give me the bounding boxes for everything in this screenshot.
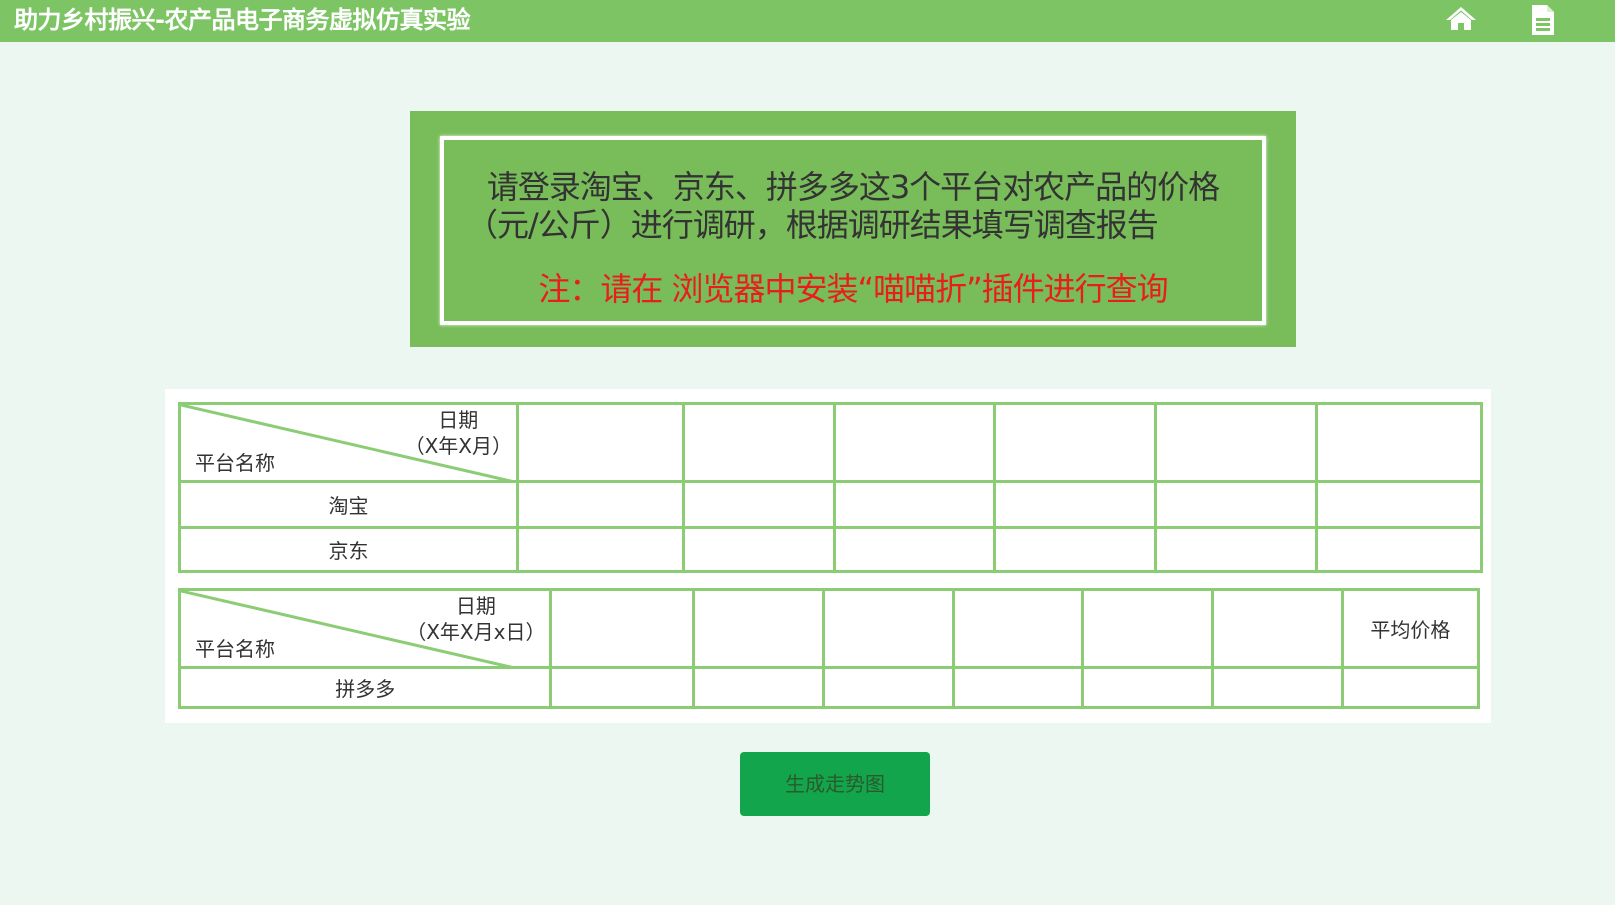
date-header: 日期 （X年X月x日） xyxy=(406,593,545,645)
generate-trend-chart-button[interactable]: 生成走势图 xyxy=(740,752,930,816)
date-cell[interactable] xyxy=(549,588,696,669)
price-cell[interactable] xyxy=(692,666,825,709)
price-cell[interactable] xyxy=(1154,480,1318,529)
table-row: 拼多多 xyxy=(177,666,1481,709)
price-cell[interactable] xyxy=(1315,526,1483,573)
platform-header: 平台名称 xyxy=(195,451,275,475)
daily-price-table: 日期 （X年X月x日） 平台名称 平均价格 拼多多 xyxy=(177,588,1481,709)
date-cell[interactable] xyxy=(682,402,836,483)
table-row: 京东 xyxy=(178,526,1483,573)
date-cell[interactable] xyxy=(1154,402,1318,483)
price-cell[interactable] xyxy=(821,666,955,709)
date-cell[interactable] xyxy=(1315,402,1483,483)
average-price-cell[interactable] xyxy=(1340,666,1481,709)
price-cell[interactable] xyxy=(833,526,996,573)
platform-header: 平台名称 xyxy=(195,637,275,661)
platform-label-taobao: 淘宝 xyxy=(178,480,519,529)
average-price-header: 平均价格 xyxy=(1340,588,1481,669)
price-cell[interactable] xyxy=(516,526,685,573)
price-cell[interactable] xyxy=(993,480,1157,529)
price-cell[interactable] xyxy=(1154,526,1318,573)
date-cell[interactable] xyxy=(692,588,825,669)
price-cell[interactable] xyxy=(1081,666,1214,709)
platform-label-pinduoduo: 拼多多 xyxy=(177,666,553,709)
date-header-format: （X年X月x日） xyxy=(406,620,546,644)
home-icon[interactable] xyxy=(1444,4,1478,34)
app-title: 助力乡村振兴-农产品电子商务虚拟仿真实验 xyxy=(14,6,470,34)
date-cell[interactable] xyxy=(516,402,685,483)
date-cell[interactable] xyxy=(1081,588,1214,669)
instruction-line-2: （元/公斤）进行调研，根据调研结果填写调查报告 xyxy=(466,206,1159,244)
price-cell[interactable] xyxy=(1315,480,1483,529)
date-header-label: 日期 xyxy=(455,594,496,618)
date-cell[interactable] xyxy=(951,588,1085,669)
price-cell[interactable] xyxy=(1211,666,1344,709)
date-header-label: 日期 xyxy=(438,408,479,432)
table-row: 淘宝 xyxy=(178,480,1483,529)
top-bar: 助力乡村振兴-农产品电子商务虚拟仿真实验 xyxy=(0,0,1615,42)
table-header-diagonal-cell: 日期 （X年X月） 平台名称 xyxy=(178,402,519,483)
survey-table-panel: 日期 （X年X月） 平台名称 淘宝 京东 日期 （X年X月x日） 平台名称 平均… xyxy=(165,389,1491,723)
price-cell[interactable] xyxy=(682,480,836,529)
price-cell[interactable] xyxy=(516,480,685,529)
date-header: 日期 （X年X月） xyxy=(405,407,512,459)
date-cell[interactable] xyxy=(1211,588,1344,669)
table-header-diagonal-cell: 日期 （X年X月x日） 平台名称 xyxy=(177,588,553,669)
price-cell[interactable] xyxy=(682,526,836,573)
price-cell[interactable] xyxy=(951,666,1085,709)
price-cell[interactable] xyxy=(833,480,996,529)
document-icon[interactable] xyxy=(1530,4,1556,36)
instruction-frame: 请登录淘宝、京东、拼多多这3个平台对农产品的价格 （元/公斤）进行调研，根据调研… xyxy=(440,136,1266,325)
plugin-warning: 注：请在 浏览器中安装“喵喵折”插件进行查询 xyxy=(538,270,1168,308)
price-cell[interactable] xyxy=(993,526,1157,573)
date-header-format: （X年X月） xyxy=(404,434,512,458)
date-cell[interactable] xyxy=(833,402,996,483)
price-cell[interactable] xyxy=(549,666,696,709)
monthly-price-table: 日期 （X年X月） 平台名称 淘宝 京东 xyxy=(178,402,1483,573)
instruction-panel: 请登录淘宝、京东、拼多多这3个平台对农产品的价格 （元/公斤）进行调研，根据调研… xyxy=(410,111,1296,347)
platform-label-jd: 京东 xyxy=(178,526,519,573)
date-cell[interactable] xyxy=(993,402,1157,483)
date-cell[interactable] xyxy=(821,588,955,669)
